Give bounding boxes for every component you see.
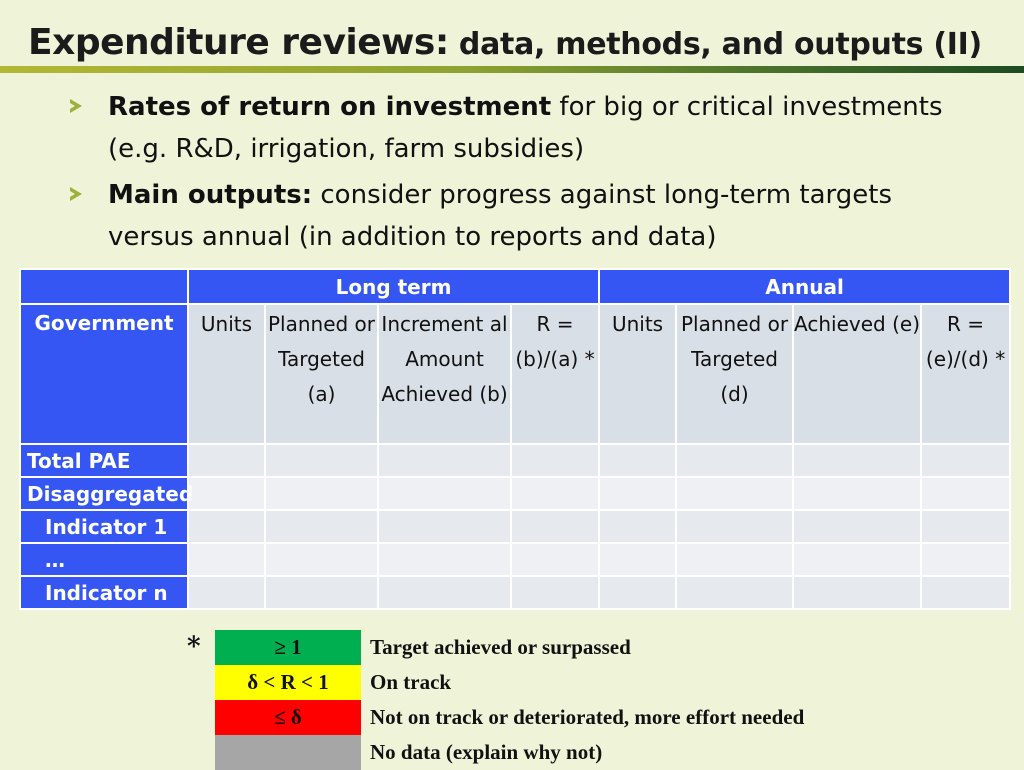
table-cell: [675, 509, 795, 544]
legend-item-not-on-track: ≤ δ Not on track or deteriorated, more e…: [215, 700, 915, 735]
table-cell: [598, 575, 678, 610]
table-cell: [792, 575, 923, 610]
slide-title-sub: data, methods, and outputs (II): [448, 27, 982, 62]
table-cell: [187, 443, 266, 478]
col-lt-ratio: R = (b)/(a) *: [509, 303, 601, 445]
col-lt-planned: Planned or Targeted (a): [264, 303, 379, 445]
table-cell: [509, 509, 601, 544]
legend-item-on-track: δ < R < 1 On track: [215, 665, 915, 700]
table-cell: [377, 443, 512, 478]
table-cell: [920, 542, 1012, 577]
col-lt-increment: Increment al Amount Achieved (b): [377, 303, 512, 445]
row-label-indicator-1: Indicator 1: [19, 509, 189, 544]
table-cell: [920, 443, 1012, 478]
table-cell: [675, 542, 795, 577]
legend-asterisk: *: [187, 632, 201, 662]
targets-table: Long term Annual Government Units Planne…: [19, 268, 1012, 610]
row-label-disaggregated: Disaggregated: [19, 476, 193, 511]
table-cell: [509, 542, 601, 577]
bullet-bold: Rates of return on investment: [108, 92, 552, 122]
row-label-indicator-n: Indicator n: [19, 575, 189, 610]
table-row: …: [19, 542, 1012, 577]
table-row: Disaggregated: [19, 476, 1012, 511]
col-an-achieved: Achieved (e): [792, 303, 923, 445]
table-cell: [792, 542, 923, 577]
legend-swatch-red: ≤ δ: [215, 700, 361, 735]
col-an-units: Units: [598, 303, 678, 445]
table-cell: [675, 476, 795, 511]
table-cell: [377, 476, 512, 511]
table-cell: [792, 443, 923, 478]
table-cell: [187, 509, 266, 544]
table-cell: [598, 443, 678, 478]
legend-item-no-data: No data (explain why not): [215, 735, 915, 770]
table-cell: [377, 575, 512, 610]
bullet-rates-of-return: Rates of return on investment for big or…: [70, 86, 970, 170]
bullet-bold: Main outputs:: [108, 180, 313, 210]
table-cell: [792, 476, 923, 511]
table-cell: [920, 476, 1012, 511]
table-row: Total PAE: [19, 443, 1012, 478]
table-cell: [509, 575, 601, 610]
header-long-term: Long term: [186, 268, 601, 305]
table-cell: [377, 542, 512, 577]
table-row: Indicator n: [19, 575, 1012, 610]
table-cell: [264, 542, 379, 577]
table-cell: [377, 509, 512, 544]
table-cell: [187, 476, 266, 511]
table-cell: [920, 575, 1012, 610]
legend-label: Target achieved or surpassed: [370, 635, 631, 659]
legend-label: No data (explain why not): [370, 740, 603, 764]
table-cell: [187, 575, 266, 610]
table-cell: [264, 575, 379, 610]
header-corner: [19, 268, 189, 305]
table-cell: [598, 509, 678, 544]
table-cell: [598, 542, 678, 577]
col-an-ratio: R = (e)/(d) *: [920, 303, 1012, 445]
table-cell: [675, 443, 795, 478]
table-cell: [509, 443, 601, 478]
table-cell: [264, 476, 379, 511]
header-government: Government: [19, 303, 189, 445]
table-cell: [187, 542, 266, 577]
table-cell: [920, 509, 1012, 544]
legend-label: On track: [370, 670, 452, 694]
legend-swatch-green: ≥ 1: [215, 630, 361, 665]
slide-title: Expenditure reviews: data, methods, and …: [28, 22, 1008, 63]
col-lt-units: Units: [187, 303, 266, 445]
bullet-list: Rates of return on investment for big or…: [70, 86, 970, 262]
arrow-bullet-icon: [70, 99, 82, 113]
table-cell: [598, 476, 678, 511]
table-cell: [675, 575, 795, 610]
row-label-ellipsis: …: [19, 542, 189, 577]
table-cell: [264, 509, 379, 544]
arrow-bullet-icon: [70, 187, 82, 201]
table-cell: [264, 443, 379, 478]
legend-label: Not on track or deteriorated, more effor…: [370, 705, 805, 729]
legend-swatch-yellow: δ < R < 1: [215, 665, 361, 700]
title-underline: [0, 66, 1024, 73]
legend-item-achieved: ≥ 1 Target achieved or surpassed: [215, 630, 915, 665]
legend-swatch-gray: [215, 735, 361, 770]
table-cell: [509, 476, 601, 511]
table-cell: [792, 509, 923, 544]
slide-title-main: Expenditure reviews:: [28, 22, 449, 63]
bullet-main-outputs: Main outputs: consider progress against …: [70, 174, 970, 258]
row-label-total-pae: Total PAE: [19, 443, 189, 478]
header-annual: Annual: [598, 268, 1012, 305]
table-row: Indicator 1: [19, 509, 1012, 544]
col-an-planned: Planned or Targeted (d): [675, 303, 795, 445]
